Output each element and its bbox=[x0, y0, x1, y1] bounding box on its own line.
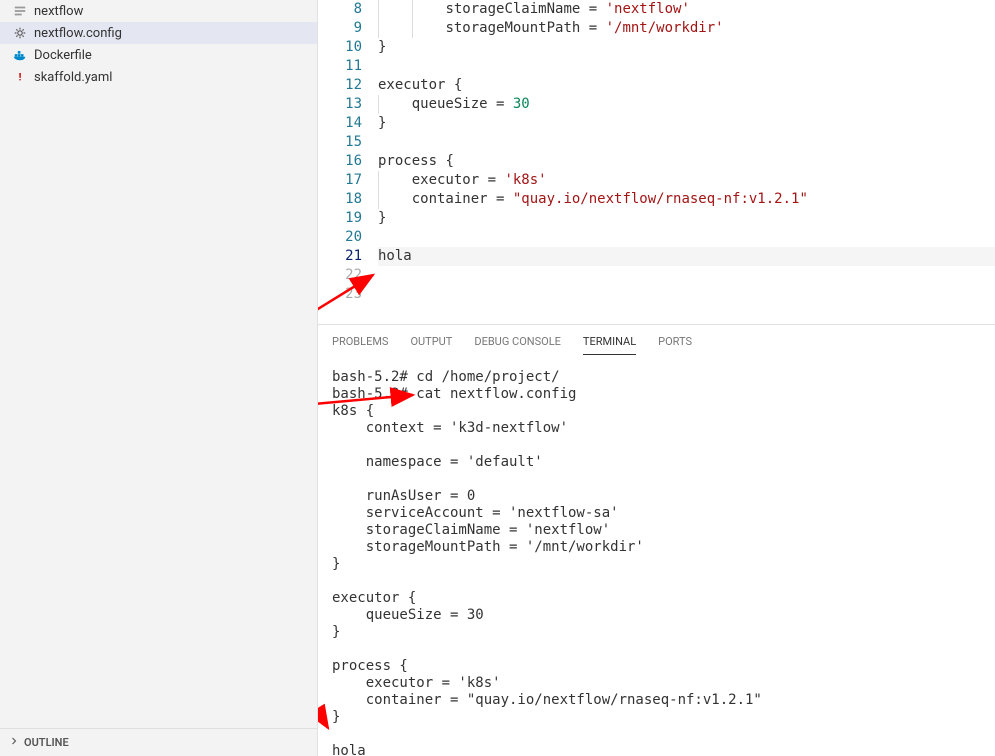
code-line[interactable]: container = "quay.io/nextflow/rnaseq-nf:… bbox=[378, 190, 995, 209]
code-line[interactable]: process { bbox=[378, 152, 995, 171]
code-line[interactable]: storageMountPath = '/mnt/workdir' bbox=[378, 19, 995, 38]
code-line[interactable]: storageClaimName = 'nextflow' bbox=[378, 0, 995, 19]
code-content[interactable]: storageClaimName = 'nextflow' storageMou… bbox=[378, 0, 995, 324]
file-item-nextflow-config[interactable]: nextflow.config bbox=[0, 22, 317, 44]
line-number: 8 bbox=[318, 0, 362, 19]
code-line[interactable] bbox=[378, 133, 995, 152]
panel-tab-terminal[interactable]: TERMINAL bbox=[583, 335, 636, 355]
file-label: nextflow bbox=[34, 4, 83, 19]
line-number: 15 bbox=[318, 133, 362, 152]
file-item-Dockerfile[interactable]: Dockerfile bbox=[0, 44, 317, 66]
docker-icon bbox=[12, 47, 28, 63]
svg-text:!: ! bbox=[19, 71, 22, 84]
file-explorer: nextflow nextflow.config Dockerfile! skaffo… bbox=[0, 0, 317, 728]
panel-tab-output[interactable]: OUTPUT bbox=[410, 335, 452, 355]
gear-icon bbox=[12, 25, 28, 41]
line-number: 16 bbox=[318, 152, 362, 171]
file-item-skaffold-yaml[interactable]: ! skaffold.yaml bbox=[0, 66, 317, 88]
code-line[interactable] bbox=[378, 57, 995, 76]
code-line[interactable]: hola bbox=[378, 247, 995, 266]
chevron-right-icon bbox=[8, 735, 20, 750]
file-label: skaffold.yaml bbox=[34, 70, 112, 85]
sidebar: nextflow nextflow.config Dockerfile! skaffo… bbox=[0, 0, 318, 756]
code-line[interactable]: } bbox=[378, 209, 995, 228]
code-line[interactable]: executor = 'k8s' bbox=[378, 171, 995, 190]
line-number: 9 bbox=[318, 19, 362, 38]
code-line[interactable]: } bbox=[378, 114, 995, 133]
line-number: 12 bbox=[318, 76, 362, 95]
code-line[interactable]: executor { bbox=[378, 76, 995, 95]
panel-tab-debug-console[interactable]: DEBUG CONSOLE bbox=[474, 335, 561, 355]
code-line[interactable] bbox=[378, 285, 995, 304]
line-number-gutter: 891011121314151617181920212223 bbox=[318, 0, 378, 324]
outline-section-header[interactable]: OUTLINE bbox=[0, 728, 317, 756]
terminal-panel: PROBLEMS OUTPUT DEBUG CONSOLE TERMINAL PORTS… bbox=[318, 324, 995, 756]
line-number: 14 bbox=[318, 114, 362, 133]
line-number: 17 bbox=[318, 171, 362, 190]
code-line[interactable]: } bbox=[378, 38, 995, 57]
code-line[interactable] bbox=[378, 228, 995, 247]
file-label: nextflow.config bbox=[34, 26, 122, 41]
file-label: Dockerfile bbox=[34, 48, 92, 63]
code-editor[interactable]: 891011121314151617181920212223 storageCl… bbox=[318, 0, 995, 324]
panel-tabs: PROBLEMS OUTPUT DEBUG CONSOLE TERMINAL PORTS bbox=[318, 325, 995, 365]
line-number: 11 bbox=[318, 57, 362, 76]
code-line[interactable]: queueSize = 30 bbox=[378, 95, 995, 114]
line-number: 13 bbox=[318, 95, 362, 114]
panel-tab-problems[interactable]: PROBLEMS bbox=[332, 335, 388, 355]
outline-label: OUTLINE bbox=[24, 736, 69, 749]
nextflow-icon bbox=[12, 3, 28, 19]
line-number: 21 bbox=[318, 247, 362, 266]
line-number: 19 bbox=[318, 209, 362, 228]
line-number: 23 bbox=[318, 285, 362, 304]
line-number: 10 bbox=[318, 38, 362, 57]
code-line[interactable] bbox=[378, 266, 995, 285]
terminal-output[interactable]: bash-5.2# cd /home/project/ bash-5.2# ca… bbox=[318, 365, 995, 756]
main-area: 891011121314151617181920212223 storageCl… bbox=[318, 0, 995, 756]
line-number: 22 bbox=[318, 266, 362, 285]
line-number: 20 bbox=[318, 228, 362, 247]
line-number: 18 bbox=[318, 190, 362, 209]
file-item-nextflow[interactable]: nextflow bbox=[0, 0, 317, 22]
panel-tab-ports[interactable]: PORTS bbox=[658, 335, 692, 355]
yaml-icon: ! bbox=[12, 69, 28, 85]
